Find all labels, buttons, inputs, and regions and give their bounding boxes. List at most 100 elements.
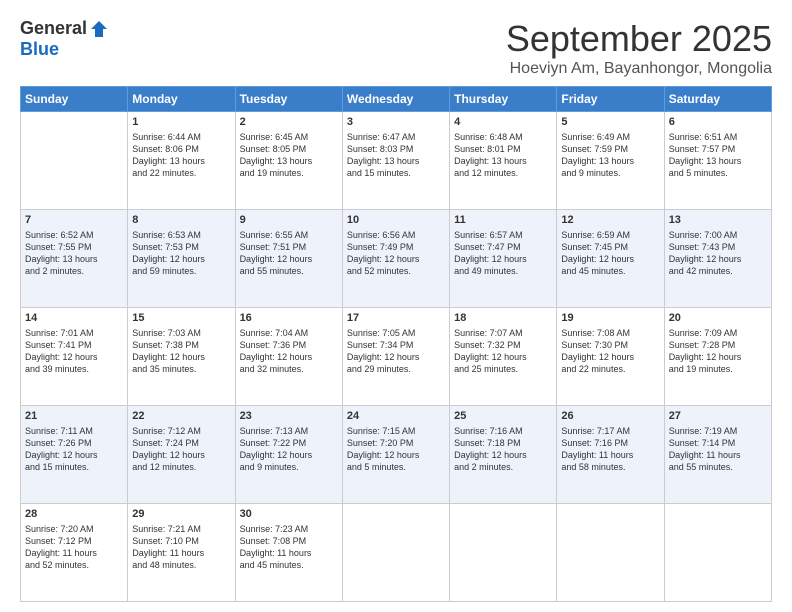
col-monday: Monday <box>128 87 235 112</box>
day-info: Sunrise: 7:09 AMSunset: 7:28 PMDaylight:… <box>669 327 767 376</box>
logo-general: General <box>20 18 87 39</box>
calendar-cell: 14Sunrise: 7:01 AMSunset: 7:41 PMDayligh… <box>21 308 128 406</box>
calendar-cell: 24Sunrise: 7:15 AMSunset: 7:20 PMDayligh… <box>342 406 449 504</box>
calendar-cell: 12Sunrise: 6:59 AMSunset: 7:45 PMDayligh… <box>557 210 664 308</box>
day-info: Sunrise: 6:47 AMSunset: 8:03 PMDaylight:… <box>347 131 445 180</box>
calendar-cell: 28Sunrise: 7:20 AMSunset: 7:12 PMDayligh… <box>21 504 128 602</box>
calendar-table: Sunday Monday Tuesday Wednesday Thursday… <box>20 86 772 602</box>
day-number: 26 <box>561 409 659 424</box>
calendar-cell <box>21 112 128 210</box>
day-info: Sunrise: 7:21 AMSunset: 7:10 PMDaylight:… <box>132 523 230 572</box>
day-info: Sunrise: 7:07 AMSunset: 7:32 PMDaylight:… <box>454 327 552 376</box>
calendar-header-row: Sunday Monday Tuesday Wednesday Thursday… <box>21 87 772 112</box>
calendar-cell: 26Sunrise: 7:17 AMSunset: 7:16 PMDayligh… <box>557 406 664 504</box>
calendar-cell: 23Sunrise: 7:13 AMSunset: 7:22 PMDayligh… <box>235 406 342 504</box>
calendar-cell: 7Sunrise: 6:52 AMSunset: 7:55 PMDaylight… <box>21 210 128 308</box>
page: General Blue September 2025 Hoeviyn Am, … <box>0 0 792 612</box>
day-number: 3 <box>347 115 445 130</box>
calendar-cell: 3Sunrise: 6:47 AMSunset: 8:03 PMDaylight… <box>342 112 449 210</box>
day-info: Sunrise: 6:51 AMSunset: 7:57 PMDaylight:… <box>669 131 767 180</box>
day-info: Sunrise: 7:08 AMSunset: 7:30 PMDaylight:… <box>561 327 659 376</box>
day-number: 10 <box>347 213 445 228</box>
calendar-cell: 19Sunrise: 7:08 AMSunset: 7:30 PMDayligh… <box>557 308 664 406</box>
day-info: Sunrise: 6:52 AMSunset: 7:55 PMDaylight:… <box>25 229 123 278</box>
calendar-cell: 27Sunrise: 7:19 AMSunset: 7:14 PMDayligh… <box>664 406 771 504</box>
day-number: 6 <box>669 115 767 130</box>
day-number: 21 <box>25 409 123 424</box>
day-info: Sunrise: 7:00 AMSunset: 7:43 PMDaylight:… <box>669 229 767 278</box>
calendar-cell <box>664 504 771 602</box>
col-saturday: Saturday <box>664 87 771 112</box>
col-thursday: Thursday <box>450 87 557 112</box>
calendar-cell: 29Sunrise: 7:21 AMSunset: 7:10 PMDayligh… <box>128 504 235 602</box>
day-number: 17 <box>347 311 445 326</box>
calendar-cell <box>557 504 664 602</box>
day-number: 5 <box>561 115 659 130</box>
col-wednesday: Wednesday <box>342 87 449 112</box>
logo-icon <box>89 19 109 39</box>
day-info: Sunrise: 6:59 AMSunset: 7:45 PMDaylight:… <box>561 229 659 278</box>
day-number: 27 <box>669 409 767 424</box>
calendar-cell: 2Sunrise: 6:45 AMSunset: 8:05 PMDaylight… <box>235 112 342 210</box>
calendar-cell: 20Sunrise: 7:09 AMSunset: 7:28 PMDayligh… <box>664 308 771 406</box>
day-info: Sunrise: 7:16 AMSunset: 7:18 PMDaylight:… <box>454 425 552 474</box>
month-title: September 2025 <box>506 18 772 60</box>
day-info: Sunrise: 7:03 AMSunset: 7:38 PMDaylight:… <box>132 327 230 376</box>
calendar-cell: 6Sunrise: 6:51 AMSunset: 7:57 PMDaylight… <box>664 112 771 210</box>
title-block: September 2025 Hoeviyn Am, Bayanhongor, … <box>506 18 772 78</box>
day-info: Sunrise: 7:20 AMSunset: 7:12 PMDaylight:… <box>25 523 123 572</box>
col-tuesday: Tuesday <box>235 87 342 112</box>
day-info: Sunrise: 6:45 AMSunset: 8:05 PMDaylight:… <box>240 131 338 180</box>
day-info: Sunrise: 6:55 AMSunset: 7:51 PMDaylight:… <box>240 229 338 278</box>
day-number: 12 <box>561 213 659 228</box>
calendar-cell: 22Sunrise: 7:12 AMSunset: 7:24 PMDayligh… <box>128 406 235 504</box>
day-info: Sunrise: 7:17 AMSunset: 7:16 PMDaylight:… <box>561 425 659 474</box>
calendar-cell <box>342 504 449 602</box>
calendar-cell: 30Sunrise: 7:23 AMSunset: 7:08 PMDayligh… <box>235 504 342 602</box>
header: General Blue September 2025 Hoeviyn Am, … <box>20 18 772 78</box>
calendar-cell: 8Sunrise: 6:53 AMSunset: 7:53 PMDaylight… <box>128 210 235 308</box>
day-number: 8 <box>132 213 230 228</box>
calendar-cell: 1Sunrise: 6:44 AMSunset: 8:06 PMDaylight… <box>128 112 235 210</box>
day-number: 14 <box>25 311 123 326</box>
location-subtitle: Hoeviyn Am, Bayanhongor, Mongolia <box>506 60 772 78</box>
logo-blue: Blue <box>20 39 59 59</box>
day-number: 2 <box>240 115 338 130</box>
day-number: 15 <box>132 311 230 326</box>
day-info: Sunrise: 7:19 AMSunset: 7:14 PMDaylight:… <box>669 425 767 474</box>
day-number: 1 <box>132 115 230 130</box>
day-number: 4 <box>454 115 552 130</box>
day-info: Sunrise: 7:05 AMSunset: 7:34 PMDaylight:… <box>347 327 445 376</box>
day-number: 24 <box>347 409 445 424</box>
day-number: 18 <box>454 311 552 326</box>
calendar-week-1: 1Sunrise: 6:44 AMSunset: 8:06 PMDaylight… <box>21 112 772 210</box>
day-info: Sunrise: 6:57 AMSunset: 7:47 PMDaylight:… <box>454 229 552 278</box>
day-number: 9 <box>240 213 338 228</box>
day-number: 23 <box>240 409 338 424</box>
day-number: 19 <box>561 311 659 326</box>
calendar-week-5: 28Sunrise: 7:20 AMSunset: 7:12 PMDayligh… <box>21 504 772 602</box>
calendar-cell: 4Sunrise: 6:48 AMSunset: 8:01 PMDaylight… <box>450 112 557 210</box>
day-number: 28 <box>25 507 123 522</box>
calendar-cell <box>450 504 557 602</box>
day-info: Sunrise: 6:56 AMSunset: 7:49 PMDaylight:… <box>347 229 445 278</box>
day-info: Sunrise: 7:04 AMSunset: 7:36 PMDaylight:… <box>240 327 338 376</box>
day-number: 22 <box>132 409 230 424</box>
day-number: 13 <box>669 213 767 228</box>
day-info: Sunrise: 7:12 AMSunset: 7:24 PMDaylight:… <box>132 425 230 474</box>
day-number: 20 <box>669 311 767 326</box>
calendar-cell: 13Sunrise: 7:00 AMSunset: 7:43 PMDayligh… <box>664 210 771 308</box>
col-sunday: Sunday <box>21 87 128 112</box>
day-info: Sunrise: 6:44 AMSunset: 8:06 PMDaylight:… <box>132 131 230 180</box>
day-info: Sunrise: 7:13 AMSunset: 7:22 PMDaylight:… <box>240 425 338 474</box>
logo: General Blue <box>20 18 109 60</box>
day-number: 25 <box>454 409 552 424</box>
day-info: Sunrise: 6:49 AMSunset: 7:59 PMDaylight:… <box>561 131 659 180</box>
day-number: 30 <box>240 507 338 522</box>
day-info: Sunrise: 7:15 AMSunset: 7:20 PMDaylight:… <box>347 425 445 474</box>
calendar-cell: 9Sunrise: 6:55 AMSunset: 7:51 PMDaylight… <box>235 210 342 308</box>
calendar-cell: 10Sunrise: 6:56 AMSunset: 7:49 PMDayligh… <box>342 210 449 308</box>
day-info: Sunrise: 7:11 AMSunset: 7:26 PMDaylight:… <box>25 425 123 474</box>
calendar-cell: 5Sunrise: 6:49 AMSunset: 7:59 PMDaylight… <box>557 112 664 210</box>
calendar-cell: 16Sunrise: 7:04 AMSunset: 7:36 PMDayligh… <box>235 308 342 406</box>
